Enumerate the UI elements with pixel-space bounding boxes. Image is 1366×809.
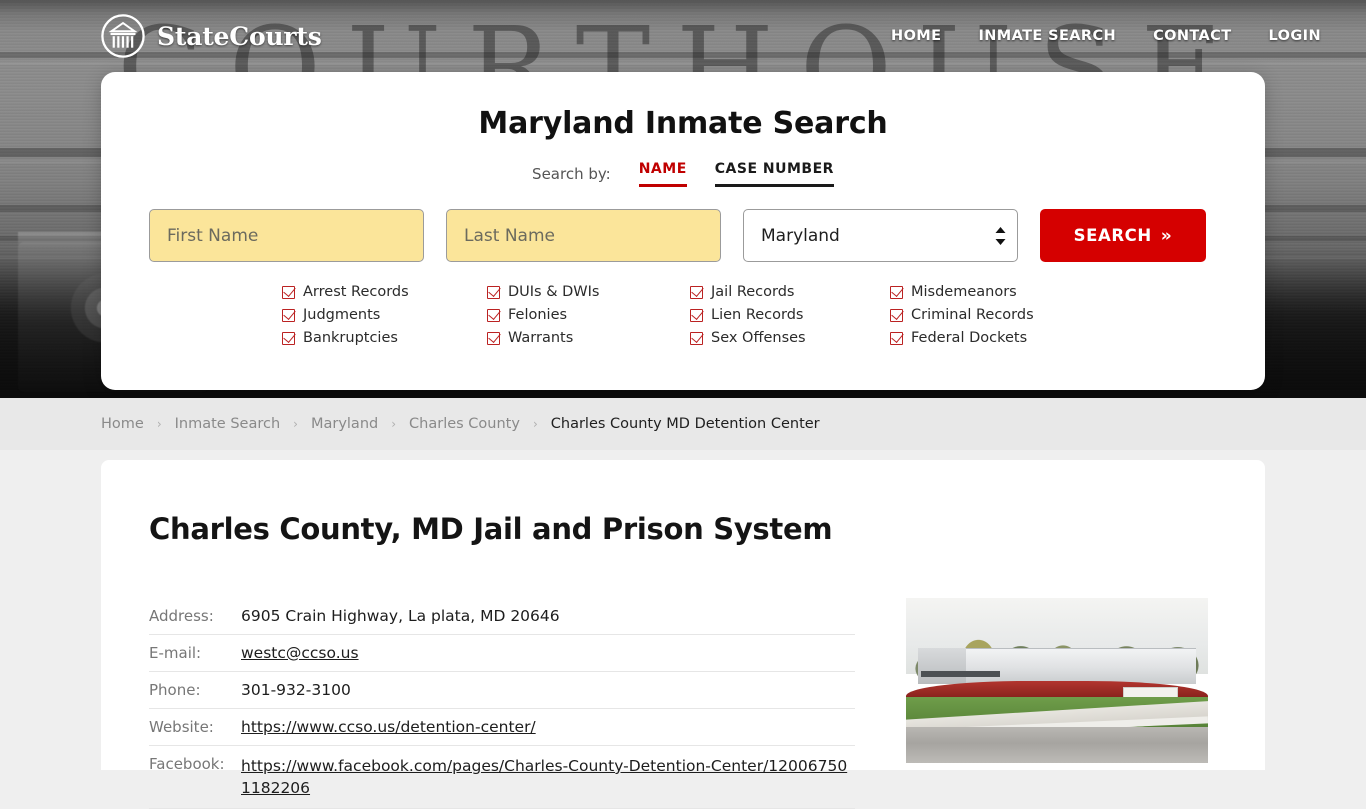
checkbox-checked-icon (890, 331, 903, 345)
chevron-right-icon: › (391, 417, 397, 431)
record-type-item[interactable]: Jail Records (690, 284, 890, 300)
email-link[interactable]: westc@ccso.us (241, 644, 359, 662)
breadcrumb-item-inmate-search[interactable]: Inmate Search (175, 416, 281, 432)
table-row: Address: 6905 Crain Highway, La plata, M… (149, 598, 855, 635)
facility-details-table: Address: 6905 Crain Highway, La plata, M… (149, 598, 855, 809)
record-type-item[interactable]: Bankruptcies (282, 330, 487, 346)
hero-header: COURTHOUSE StateCourts HOME INMATE SEARC… (0, 0, 1366, 398)
checkbox-checked-icon (690, 331, 703, 345)
detail-value-email: westc@ccso.us (241, 635, 855, 672)
record-type-item[interactable]: Arrest Records (282, 284, 487, 300)
search-card-title: Maryland Inmate Search (478, 106, 888, 141)
chevron-right-icon: › (532, 417, 538, 431)
photo-building-entrance (921, 670, 1000, 678)
record-type-item[interactable]: Felonies (487, 307, 690, 323)
website-link[interactable]: https://www.ccso.us/detention-center/ (241, 718, 536, 736)
page-title: Charles County, MD Jail and Prison Syste… (149, 512, 833, 546)
record-type-label: Lien Records (711, 307, 804, 323)
search-by-row: Search by: NAME CASE NUMBER (149, 161, 1217, 187)
breadcrumb: Home › Inmate Search › Maryland › Charle… (101, 416, 820, 432)
tab-case-number[interactable]: CASE NUMBER (714, 161, 834, 187)
search-by-label: Search by: (532, 165, 611, 183)
chevron-right-icon: › (293, 417, 298, 431)
search-form: Maryland SEARCH » (149, 209, 1217, 262)
breadcrumb-item-home[interactable]: Home (101, 416, 144, 432)
detail-label: Phone: (149, 681, 201, 699)
main-nav: HOME INMATE SEARCH CONTACT LOGIN (891, 28, 1331, 44)
photo-building-wing (918, 647, 967, 684)
breadcrumb-item-current: Charles County MD Detention Center (550, 416, 820, 432)
search-button[interactable]: SEARCH » (1040, 209, 1206, 262)
checkbox-checked-icon (487, 331, 500, 345)
record-type-item[interactable]: DUIs & DWIs (487, 284, 690, 300)
detail-value-facebook: https://www.facebook.com/pages/Charles-C… (241, 746, 855, 809)
record-type-label: Arrest Records (303, 284, 409, 300)
detail-value-address: 6905 Crain Highway, La plata, MD 20646 (241, 607, 560, 625)
nav-item-contact[interactable]: CONTACT (1153, 28, 1231, 44)
checkbox-checked-icon (487, 285, 500, 299)
last-name-input[interactable] (446, 209, 721, 262)
inmate-search-card: Maryland Inmate Search Search by: NAME C… (101, 72, 1265, 390)
checkbox-checked-icon (282, 285, 295, 299)
courthouse-circle-icon (101, 14, 145, 58)
table-row: Facebook: https://www.facebook.com/pages… (149, 746, 855, 809)
record-type-label: Misdemeanors (911, 284, 1017, 300)
breadcrumb-item-charles-county[interactable]: Charles County (409, 416, 520, 432)
state-select-wrapper: Maryland (743, 209, 1018, 262)
record-type-label: Judgments (303, 307, 381, 323)
double-chevron-right-icon: » (1160, 225, 1173, 246)
nav-item-login[interactable]: LOGIN (1269, 28, 1321, 44)
detail-label: Facebook: (149, 755, 225, 773)
detail-value-phone: 301-932-3100 (241, 681, 351, 699)
detail-value-website: https://www.ccso.us/detention-center/ (241, 709, 855, 746)
record-type-item[interactable]: Federal Dockets (890, 330, 1217, 346)
record-type-label: Criminal Records (911, 307, 1034, 323)
record-type-item[interactable]: Criminal Records (890, 307, 1217, 323)
breadcrumb-bar: Home › Inmate Search › Maryland › Charle… (0, 398, 1366, 450)
breadcrumb-item-maryland[interactable]: Maryland (311, 416, 378, 432)
tab-name[interactable]: NAME (638, 161, 687, 187)
record-type-item[interactable]: Judgments (282, 307, 487, 323)
top-navigation-bar: StateCourts HOME INMATE SEARCH CONTACT L… (0, 0, 1366, 72)
search-button-label: SEARCH (1073, 226, 1152, 245)
record-type-label: Warrants (508, 330, 574, 346)
first-name-input[interactable] (149, 209, 424, 262)
brand-logo[interactable]: StateCourts (100, 13, 322, 59)
facebook-link[interactable]: https://www.facebook.com/pages/Charles-C… (241, 757, 847, 797)
table-row: Phone: 301-932-3100 (149, 672, 855, 709)
record-type-item[interactable]: Misdemeanors (890, 284, 1217, 300)
checkbox-checked-icon (282, 308, 295, 322)
detail-label: Address: (149, 607, 214, 625)
checkbox-checked-icon (690, 308, 703, 322)
table-row: E-mail: westc@ccso.us (149, 635, 855, 672)
record-type-label: Jail Records (711, 284, 795, 300)
record-type-label: DUIs & DWIs (508, 284, 600, 300)
record-type-item[interactable]: Warrants (487, 330, 690, 346)
photo-road (906, 726, 1208, 763)
nav-item-inmate-search[interactable]: INMATE SEARCH (978, 28, 1116, 44)
table-row: Website: https://www.ccso.us/detention-c… (149, 709, 855, 746)
record-type-item[interactable]: Lien Records (690, 307, 890, 323)
detail-label: Website: (149, 718, 214, 736)
checkbox-checked-icon (487, 308, 500, 322)
detail-label: E-mail: (149, 644, 202, 662)
nav-item-home[interactable]: HOME (891, 28, 941, 44)
checkbox-checked-icon (890, 285, 903, 299)
checkbox-checked-icon (890, 308, 903, 322)
facility-photo (906, 598, 1208, 763)
state-select[interactable]: Maryland (743, 209, 1018, 262)
checkbox-checked-icon (690, 285, 703, 299)
record-type-label: Felonies (508, 307, 568, 323)
record-type-label: Federal Dockets (911, 330, 1028, 346)
record-type-label: Sex Offenses (711, 330, 806, 346)
chevron-right-icon: › (156, 417, 162, 431)
record-type-item[interactable]: Sex Offenses (690, 330, 890, 346)
record-type-label: Bankruptcies (303, 330, 398, 346)
checkbox-checked-icon (282, 331, 295, 345)
brand-name: StateCourts (157, 21, 322, 51)
record-types-grid: Arrest Records DUIs & DWIs Jail Records … (149, 284, 1217, 346)
